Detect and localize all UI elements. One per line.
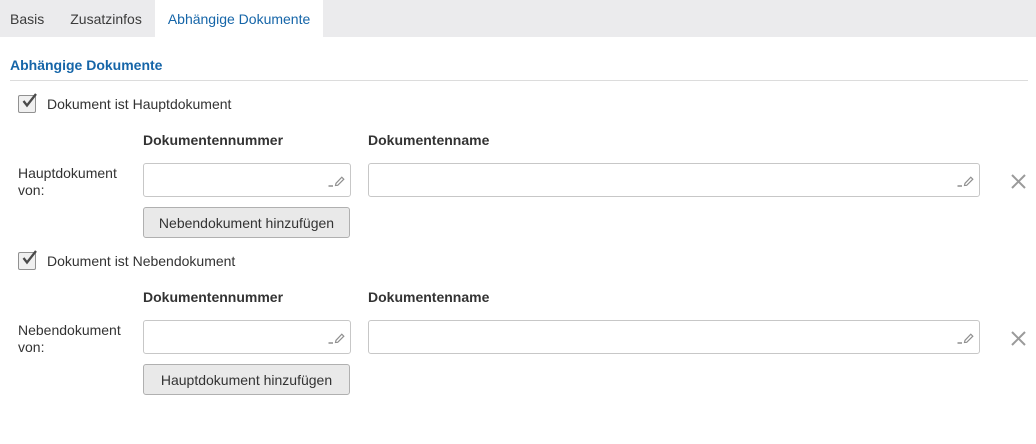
pencil-icon bbox=[328, 332, 345, 345]
page-title: Abhängige Dokumente bbox=[10, 57, 1028, 73]
column-header-dokumentenname: Dokumentenname bbox=[368, 132, 1000, 148]
nebendokument-checkbox[interactable] bbox=[18, 252, 36, 270]
column-header-dokumentennummer: Dokumentennummer bbox=[143, 132, 368, 148]
tab-basis[interactable]: Basis bbox=[0, 0, 57, 37]
add-nebendokument-button[interactable]: Nebendokument hinzufügen bbox=[143, 207, 350, 238]
tab-panel-abhaengige-dokumente: Abhängige Dokumente Dokument ist Hauptdo… bbox=[0, 57, 1036, 395]
row-label: Nebendokument von: bbox=[18, 320, 143, 356]
divider bbox=[10, 80, 1028, 81]
pencil-icon bbox=[957, 332, 974, 345]
pencil-icon bbox=[328, 175, 345, 188]
tab-zusatzinfos[interactable]: Zusatzinfos bbox=[57, 0, 155, 37]
close-icon bbox=[1010, 330, 1027, 347]
hauptdokument-checkbox[interactable] bbox=[18, 95, 36, 113]
checkbox-label: Dokument ist Nebendokument bbox=[47, 253, 235, 269]
tab-bar: Basis Zusatzinfos Abhängige Dokumente bbox=[0, 0, 1036, 37]
group-hauptdokument: Dokument ist Hauptdokument Dokumentennum… bbox=[10, 95, 1028, 238]
group-nebendokument: Dokument ist Nebendokument Dokumentennum… bbox=[10, 252, 1028, 395]
checkmark-icon bbox=[20, 249, 38, 267]
tab-abhaengige-dokumente[interactable]: Abhängige Dokumente bbox=[155, 0, 323, 37]
checkmark-icon bbox=[20, 92, 38, 110]
dokumentennummer-input[interactable] bbox=[143, 163, 351, 197]
dokumentennummer-input[interactable] bbox=[143, 320, 351, 354]
remove-row-button[interactable] bbox=[1008, 171, 1029, 192]
checkbox-label: Dokument ist Hauptdokument bbox=[47, 96, 231, 112]
dokumentenname-input[interactable] bbox=[368, 320, 980, 354]
row-label: Hauptdokument von: bbox=[18, 163, 143, 199]
column-header-dokumentenname: Dokumentenname bbox=[368, 289, 1000, 305]
add-hauptdokument-button[interactable]: Hauptdokument hinzufügen bbox=[143, 364, 350, 395]
dokumentenname-input[interactable] bbox=[368, 163, 980, 197]
column-header-dokumentennummer: Dokumentennummer bbox=[143, 289, 368, 305]
remove-row-button[interactable] bbox=[1008, 328, 1029, 349]
pencil-icon bbox=[957, 175, 974, 188]
close-icon bbox=[1010, 173, 1027, 190]
